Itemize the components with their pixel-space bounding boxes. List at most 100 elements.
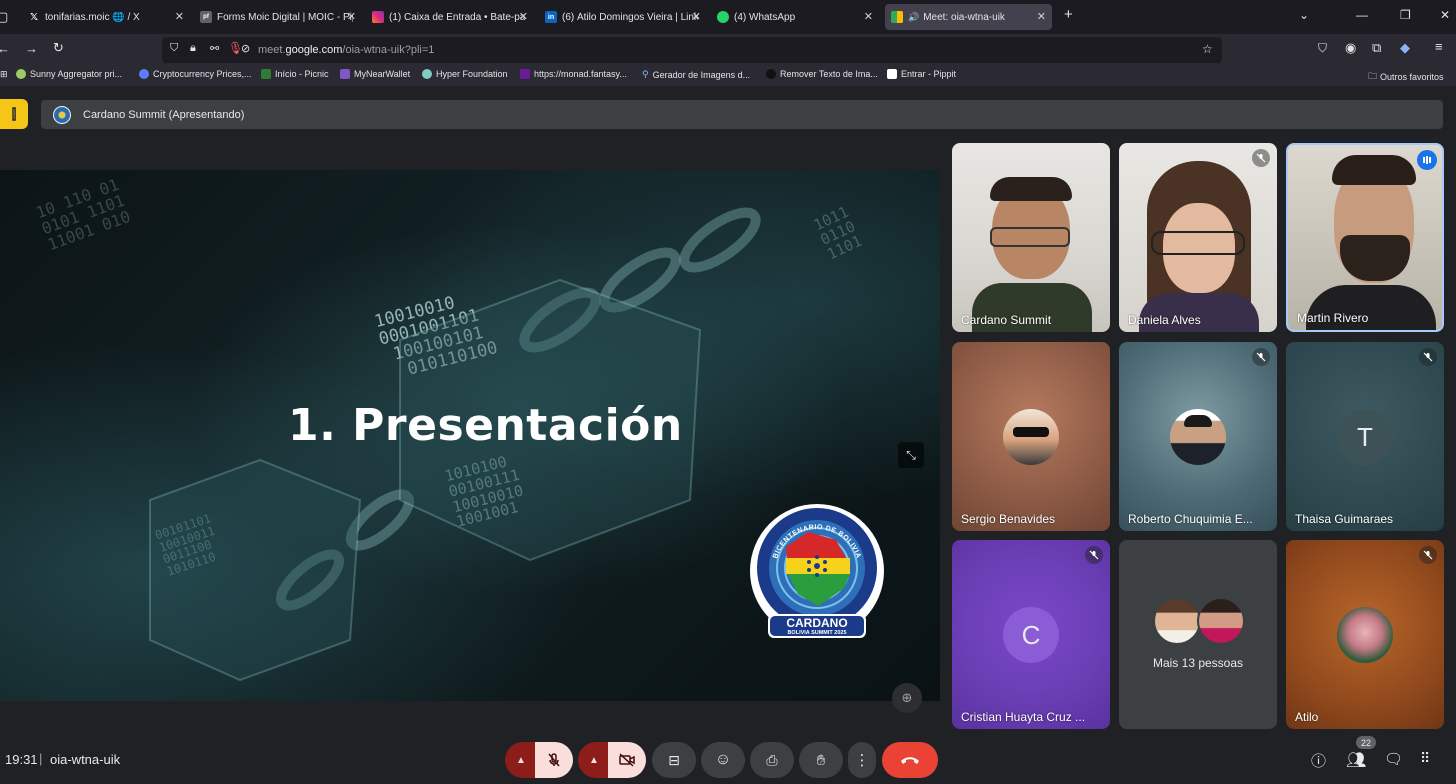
- zoom-button[interactable]: ⊕: [892, 683, 922, 713]
- exit-fullscreen-button[interactable]: ⤡: [898, 442, 924, 468]
- shared-slide: 10010010 0001001101 100100101 010110100 …: [0, 170, 940, 701]
- meeting-details-icon[interactable]: ⓘ: [1311, 750, 1326, 771]
- participant-tile[interactable]: Roberto Chuquimia E...: [1119, 342, 1277, 531]
- tab-meet[interactable]: 🔊 Meet: oia-wtna-uik ✕: [885, 4, 1052, 30]
- tab-whatsapp[interactable]: (4) WhatsApp ✕: [717, 4, 877, 30]
- participant-tile[interactable]: Sergio Benavides: [952, 342, 1110, 531]
- forward-icon[interactable]: →: [25, 41, 38, 56]
- lock-icon[interactable]: 🔒︎: [190, 42, 196, 55]
- participant-tile[interactable]: Cardano Summit: [952, 143, 1110, 332]
- mic-off-icon: [1252, 149, 1270, 167]
- reload-icon[interactable]: ↻: [53, 40, 64, 56]
- forms-icon: pf: [200, 11, 212, 23]
- bookmark-item[interactable]: MyNearWallet: [340, 69, 410, 79]
- mic-off-icon: [1419, 348, 1437, 366]
- pocket-icon[interactable]: ⛉: [1318, 41, 1327, 56]
- participant-tile[interactable]: Daniela Alves: [1119, 143, 1277, 332]
- meeting-code: oia-wtna-uik: [50, 752, 121, 767]
- search-icon: ⚲: [642, 69, 649, 79]
- tab-label: (1) Caixa de Entrada • Bate-pap: [389, 11, 525, 23]
- participant-tile[interactable]: T Thaisa Guimaraes: [1286, 342, 1444, 531]
- close-icon[interactable]: ✕: [1037, 10, 1046, 23]
- people-icon[interactable]: 👥︎: [1346, 750, 1366, 770]
- participant-video: [990, 177, 1072, 201]
- bookmark-item[interactable]: Sunny Aggregator pri...: [16, 69, 122, 79]
- extension-icon[interactable]: ◆: [1400, 40, 1410, 56]
- participant-tile[interactable]: C Cristian Huayta Cruz ...: [952, 540, 1110, 729]
- avatar: [1153, 597, 1201, 645]
- permissions-icon[interactable]: ⚯: [210, 42, 219, 55]
- more-people-label: Mais 13 pessoas: [1152, 656, 1244, 670]
- bookmark-item[interactable]: Entrar - Pippit: [887, 69, 956, 79]
- chevron-up-icon: ▲: [516, 754, 526, 766]
- audio-options-button[interactable]: ▲: [505, 742, 537, 778]
- raise-hand-button[interactable]: ✋︎: [799, 742, 843, 778]
- account-icon[interactable]: ◉: [1345, 40, 1356, 56]
- tab-linkedin[interactable]: in (6) Átilo Domingos Vieira | Linke ✕: [545, 4, 705, 30]
- camera-off-icon[interactable]: ⊘: [241, 42, 250, 55]
- mic-toggle-button[interactable]: [535, 742, 573, 778]
- avatar-initial: C: [1021, 619, 1041, 650]
- bookmark-item[interactable]: Cryptocurrency Prices,...: [139, 69, 252, 79]
- video-options-button[interactable]: ▲: [578, 742, 610, 778]
- folder-icon: 🗀: [1368, 71, 1378, 81]
- bookmark-item[interactable]: Hyper Foundation: [422, 69, 508, 79]
- back-icon[interactable]: ←: [0, 41, 10, 56]
- chat-icon[interactable]: 🗨︎: [1384, 750, 1403, 768]
- avatar: C: [1003, 607, 1059, 663]
- participant-name: Thaisa Guimaraes: [1295, 512, 1394, 526]
- chevron-down-icon[interactable]: ⌄: [1299, 8, 1309, 22]
- activities-icon[interactable]: ⫿: [0, 99, 28, 129]
- instagram-icon: [372, 11, 384, 23]
- address-bar[interactable]: ⛉ 🔒︎ ⚯ 🎙︎ ⊘ meet.google.com/oia-wtna-uik…: [162, 37, 1222, 63]
- leave-call-button[interactable]: [882, 742, 938, 778]
- bookmarks-folder-icon[interactable]: ⊞: [0, 69, 8, 80]
- tab-forms[interactable]: pf Forms Moic Digital | MOIC - Pip ✕: [200, 4, 360, 30]
- bookmark-item[interactable]: https://monad.fantasy...: [520, 69, 627, 79]
- menu-icon[interactable]: ≡: [1435, 39, 1443, 54]
- close-icon[interactable]: ✕: [692, 10, 701, 23]
- speaking-indicator-icon: [1417, 150, 1437, 170]
- other-bookmarks[interactable]: 🗀 Outros favoritos: [1368, 69, 1444, 85]
- participant-tile[interactable]: Atilo: [1286, 540, 1444, 729]
- shield-icon[interactable]: ⛉: [170, 42, 178, 55]
- close-icon[interactable]: ✕: [864, 10, 873, 23]
- bookmark-icon: [887, 69, 897, 79]
- linkedin-icon: in: [545, 11, 557, 23]
- close-icon[interactable]: ✕: [347, 10, 356, 23]
- presenter-avatar: [53, 105, 71, 124]
- hand-icon: ✋︎: [816, 751, 826, 769]
- avatar: [1337, 607, 1393, 663]
- bookmark-star-icon[interactable]: ☆: [1202, 42, 1213, 56]
- participant-name: Cristian Huayta Cruz ...: [961, 710, 1086, 724]
- close-icon[interactable]: ✕: [175, 10, 184, 23]
- tab-x[interactable]: 𝕏 tonifarias.moic 🌐 / X ✕: [28, 4, 188, 30]
- window-close-icon[interactable]: ✕: [1440, 8, 1450, 22]
- bookmark-item[interactable]: ⚲ Gerador de Imagens d...: [642, 69, 750, 80]
- tab-instagram[interactable]: (1) Caixa de Entrada • Bate-pap ✕: [372, 4, 532, 30]
- more-participants-tile[interactable]: Mais 13 pessoas: [1119, 540, 1277, 729]
- participant-name: Roberto Chuquimia E...: [1128, 512, 1253, 526]
- activities-grid-icon[interactable]: ⠿: [1420, 750, 1430, 767]
- participant-tile[interactable]: Martin Rivero: [1286, 143, 1444, 332]
- minimize-icon[interactable]: —: [1356, 8, 1368, 22]
- speaker-icon[interactable]: 🔊: [908, 12, 919, 23]
- extensions-icon[interactable]: ⧉: [1372, 40, 1381, 56]
- tab-list-icon[interactable]: ▢: [0, 9, 8, 25]
- x-logo-icon: 𝕏: [29, 11, 39, 23]
- close-icon[interactable]: ✕: [519, 10, 528, 23]
- bookmark-item[interactable]: Remover Texto de Ima...: [766, 69, 878, 79]
- new-tab-icon[interactable]: +: [1064, 6, 1073, 23]
- glasses: [990, 227, 1070, 247]
- more-options-button[interactable]: ⋮: [848, 742, 876, 778]
- tab-label: Meet: oia-wtna-uik: [923, 11, 1005, 23]
- presentation-banner[interactable]: Cardano Summit (Apresentando): [41, 100, 1443, 129]
- reactions-button[interactable]: ☺: [701, 742, 745, 778]
- captions-button[interactable]: ⊟: [652, 742, 696, 778]
- camera-toggle-button[interactable]: [608, 742, 646, 778]
- restore-icon[interactable]: ❐: [1400, 8, 1411, 22]
- url-text: meet.google.com/oia-wtna-uik?pli=1: [258, 44, 435, 56]
- bookmark-item[interactable]: Início - Picnic: [261, 69, 329, 79]
- present-button[interactable]: ⎙: [750, 742, 794, 778]
- navigation-bar: ← → ↻ ⛉ 🔒︎ ⚯ 🎙︎ ⊘ meet.google.com/oia-wt…: [0, 34, 1456, 66]
